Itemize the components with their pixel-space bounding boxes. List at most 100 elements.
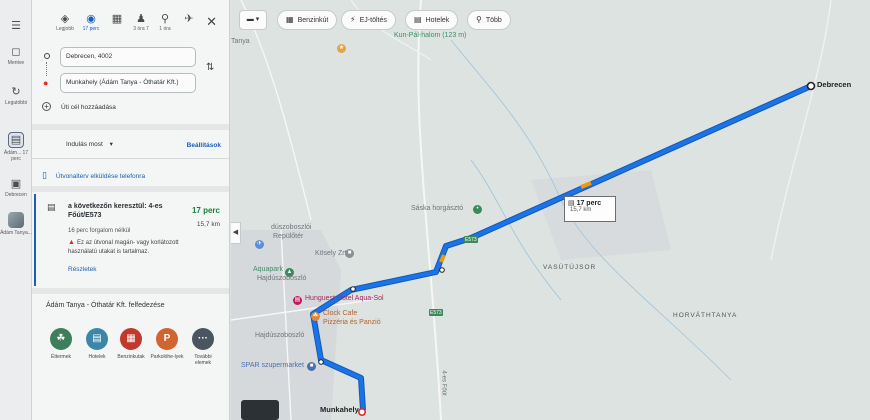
company-icon: ■ <box>345 249 354 258</box>
options-button[interactable]: Beállítások <box>187 142 221 149</box>
map-label-saska: Sáska horgásztó <box>411 205 464 212</box>
layers-button[interactable]: ▬ ▾ <box>239 10 267 30</box>
send-to-phone-label: Útvonalterv elküldése telefonra <box>55 173 146 180</box>
chip-fuel[interactable]: ▦ Benzinkút <box>277 10 338 30</box>
route-distance: 15,7 km <box>196 221 220 228</box>
e573-label: E573 <box>465 237 477 243</box>
chip-hotels[interactable]: ▤ Hotelek <box>405 10 459 30</box>
category-restaurants[interactable]: ☘ Éttermek <box>44 328 78 360</box>
menu-icon: ☰ <box>11 20 21 32</box>
rail-debrecen-label: Debrecen <box>5 192 27 198</box>
destination-input[interactable]: Munkahely (Ádám Tanya - Óthatár Kft.) <box>60 73 196 93</box>
category-more[interactable]: ··· További elemek <box>186 328 220 366</box>
rail-current-route-label: Ádám... 17 perc <box>3 150 29 162</box>
add-stop-button[interactable]: + Úti cél hozzáadása <box>42 102 116 111</box>
route-title: a következőn keresztül: 4-es Főút/E573 <box>68 203 163 219</box>
car-icon: ▤ <box>47 202 56 212</box>
map-label-airport: dúszoboszlói <box>271 224 312 231</box>
plane-icon: ✈ <box>184 13 194 25</box>
map-label-spar: SPAR szupermarket <box>241 362 304 369</box>
bed-icon: ▤ <box>86 328 108 350</box>
rail-place-label: Ádám Tanya... <box>0 230 32 236</box>
route-warning: ▲ Ez az útvonal magán- vagy korlátozott h… <box>68 238 198 257</box>
menu-button[interactable]: ☰ <box>0 20 32 34</box>
mode-walk[interactable]: ♟ 3 óra 7 <box>128 12 154 32</box>
car-icon: ▣ <box>10 178 22 190</box>
rail-current-route-button[interactable]: ▤ Ádám... 17 perc <box>0 132 32 162</box>
car-icon: ▤ <box>568 200 575 207</box>
chip-more-label: Több <box>485 17 502 24</box>
origin-input[interactable]: Debrecen, 4002 <box>60 47 196 67</box>
category-hotels[interactable]: ▤ Hotelek <box>80 328 114 360</box>
rail-place-button[interactable]: Ádám Tanya... <box>0 212 32 236</box>
origin-marker[interactable] <box>806 81 816 91</box>
send-to-phone-link[interactable]: ▯ Útvonalterv elküldése telefonra <box>42 170 145 181</box>
mode-car[interactable]: ◉ 17 perc <box>78 12 104 32</box>
layers-icon: ▬ <box>246 16 254 23</box>
route-traffic-note: 16 perc forgalom nélkül <box>68 228 131 234</box>
category-restaurants-label: Éttermek <box>50 354 71 360</box>
map-label: Tanya <box>231 38 250 45</box>
search-icon: ⚲ <box>476 15 482 24</box>
more-icon: ··· <box>192 328 214 350</box>
mode-flight[interactable]: ✈ <box>176 12 202 26</box>
chip-ev-charging[interactable]: ⚡ EJ-töltés <box>341 10 396 30</box>
airport-icon: ✈ <box>255 240 264 249</box>
chip-fuel-label: Benzinkút <box>297 17 329 24</box>
diamond-icon: ◈ <box>60 13 70 25</box>
divider <box>32 288 229 294</box>
route-node <box>439 267 445 273</box>
route-warning-text: Ez az útvonal magán- vagy korlátozott ha… <box>68 240 179 255</box>
mode-transit[interactable]: ▦ <box>104 12 130 26</box>
fuel-icon: ▦ <box>120 328 142 350</box>
route-callout-distance: 15,7 km <box>570 207 592 213</box>
caret-down-icon: ▾ <box>255 16 260 23</box>
map-label-kosely: Kösely Zrt <box>315 250 347 257</box>
map-label-airport-sub: Repülőtér <box>273 233 304 240</box>
traffic-slow-segment <box>439 254 446 263</box>
map-label-debrecen: Debrecen <box>817 80 852 89</box>
category-parking[interactable]: P Parkolóhe-lyek <box>150 328 184 360</box>
caret-down-icon: ▾ <box>109 141 113 148</box>
mode-walk-label: 3 óra 7 <box>133 26 149 32</box>
map-canvas[interactable]: Tanya Kun-Pál-halom (123 m) ★ Debrecen S… <box>231 0 870 420</box>
close-directions-button[interactable]: ✕ <box>206 14 217 30</box>
rail-debrecen-button[interactable]: ▣ Debrecen <box>0 178 32 198</box>
map-label-clock-cafe: Clock Cafe <box>323 310 358 317</box>
rail-saved-button[interactable]: ◻ Mentve <box>0 46 32 66</box>
destination-marker[interactable] <box>358 407 367 416</box>
route-time: 17 perc <box>191 206 220 215</box>
depart-now-dropdown[interactable]: Indulás most ▾ <box>66 140 113 148</box>
close-icon: ✕ <box>206 14 217 29</box>
road-label-4: 4-es Főút <box>440 370 447 396</box>
chip-hotels-label: Hotelek <box>425 17 450 24</box>
route-option[interactable]: ▤ a következőn keresztül: 4-es Főút/E573… <box>34 194 229 286</box>
restaurant-icon: ☘ <box>311 312 320 321</box>
rail-recent-label: Legutóbbi <box>5 100 27 106</box>
mode-best[interactable]: ◈ Legjobb <box>52 12 78 32</box>
divider <box>32 158 229 159</box>
route-dots-icon <box>46 62 48 76</box>
layer-thumbnail[interactable] <box>241 400 279 420</box>
fishing-icon: • <box>473 205 482 214</box>
car-icon: ◉ <box>86 13 96 25</box>
chevron-left-icon: ◀ <box>232 229 239 236</box>
collapse-panel-button[interactable]: ◀ <box>231 222 241 244</box>
map-label-hunguest: Hunguest Hotel Aqua-Sol <box>305 295 384 302</box>
explore-title: Ádám Tanya - Óthatár Kft. felfedezése <box>46 302 165 309</box>
landmark-icon: ★ <box>337 44 346 53</box>
route-callout[interactable]: ▤ 17 perc 15,7 km <box>564 196 616 222</box>
car-icon: ▤ <box>8 132 24 148</box>
category-fuel[interactable]: ▦ Benzinkutak <box>114 328 148 360</box>
fuel-icon: ▦ <box>286 15 294 24</box>
route-details-link[interactable]: Részletek <box>68 266 97 273</box>
mode-bike[interactable]: ⚲ 1 óra <box>152 12 178 32</box>
left-rail: ☰ ◻ Mentve ↻ Legutóbbi ▤ Ádám... 17 perc… <box>0 0 32 420</box>
route-node <box>318 359 324 365</box>
chip-more[interactable]: ⚲ Több <box>467 10 511 30</box>
map-label-horvathtanya: HORVÁTHTANYA <box>673 312 738 319</box>
swap-button[interactable]: ⇅ <box>206 62 214 73</box>
warning-icon: ▲ <box>68 239 75 246</box>
category-hotels-label: Hotelek <box>88 354 106 360</box>
rail-recent-button[interactable]: ↻ Legutóbbi <box>0 86 32 106</box>
